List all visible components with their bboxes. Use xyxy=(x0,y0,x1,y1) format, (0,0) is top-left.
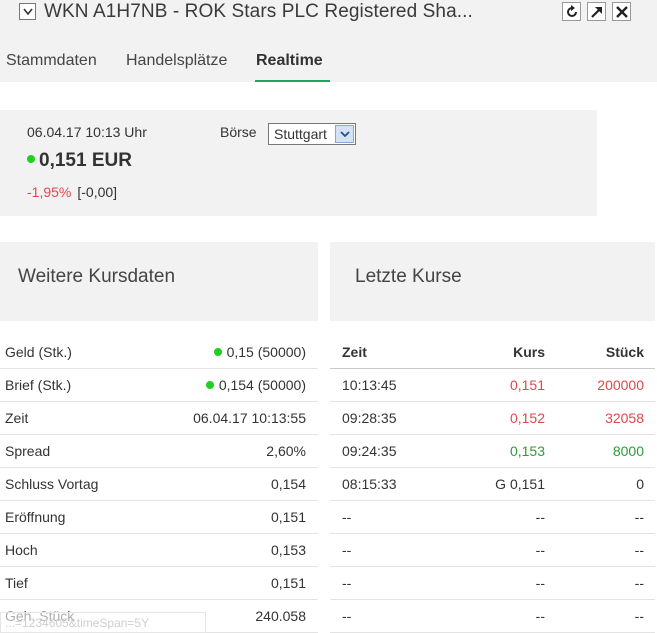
table-row: Spread 2,60% xyxy=(0,435,318,468)
cell-zeit: -- xyxy=(342,608,352,624)
section-title: Letzte Kurse xyxy=(355,266,462,287)
row-label: Eröffnung xyxy=(5,509,66,525)
kursdaten-table: Geld (Stk.) 0,15 (50000) Brief (Stk.) 0,… xyxy=(0,336,318,633)
row-label: Geld (Stk.) xyxy=(5,344,72,360)
column-header-stueck[interactable]: Stück xyxy=(606,344,644,360)
tab-handelsplaetze[interactable]: Handelsplätze xyxy=(126,52,227,70)
cell-stueck: -- xyxy=(634,575,644,591)
row-value-text: 0,154 (50000) xyxy=(218,377,306,393)
table-row: -- -- -- xyxy=(330,534,655,567)
table-row: 08:15:33 G 0,151 0 xyxy=(330,468,655,501)
cell-zeit: -- xyxy=(342,575,352,591)
cell-stueck: -- xyxy=(634,509,644,525)
chevron-down-icon[interactable] xyxy=(335,125,354,143)
table-row: -- -- -- xyxy=(330,567,655,600)
row-value: 0,15 (50000) xyxy=(213,344,306,360)
status-dot-icon xyxy=(27,155,35,163)
boerse-select[interactable]: Stuttgart xyxy=(268,123,356,145)
cell-stueck: 0 xyxy=(636,476,644,492)
row-value: 0,153 xyxy=(270,542,306,558)
refresh-icon[interactable] xyxy=(562,2,581,21)
cell-zeit: -- xyxy=(342,542,352,558)
section-title: Weitere Kursdaten xyxy=(18,266,176,287)
quote-price-value: 0,151 EUR xyxy=(39,150,132,171)
cell-kurs: G 0,151 xyxy=(495,476,545,492)
cell-zeit: 10:13:45 xyxy=(342,377,397,393)
table-body: 10:13:45 0,151 200000 09:28:35 0,152 32058 09:… xyxy=(330,369,655,633)
row-value: 0,151 xyxy=(270,509,306,525)
row-label: Schluss Vortag xyxy=(5,476,99,492)
weitere-kursdaten-header: Weitere Kursdaten xyxy=(0,242,318,321)
cell-zeit: 09:28:35 xyxy=(342,410,397,426)
table-row: Schluss Vortag 0,154 xyxy=(0,468,318,501)
active-tab-indicator xyxy=(255,80,330,82)
checkbox-icon[interactable] xyxy=(19,3,36,20)
row-label: Hoch xyxy=(5,542,38,558)
table-row: Tief 0,151 xyxy=(0,567,318,600)
letzte-kurse-table: Zeit Kurs Stück 10:13:45 0,151 200000 09:28… xyxy=(330,336,655,633)
change-absolute: [-0,00] xyxy=(77,184,118,200)
quote-panel: 06.04.17 10:13 Uhr Börse Stuttgart 0,151… xyxy=(0,110,597,216)
table-row: Hoch 0,153 xyxy=(0,534,318,567)
cell-kurs: -- xyxy=(535,509,545,525)
popout-icon[interactable] xyxy=(587,2,606,21)
tab-bar: Stammdaten Handelsplätze Realtime xyxy=(0,28,657,82)
window-titlebar: WKN A1H7NB - ROK Stars PLC Registered Sh… xyxy=(0,0,657,28)
table-row: Eröffnung 0,151 xyxy=(0,501,318,534)
window-title: WKN A1H7NB - ROK Stars PLC Registered Sh… xyxy=(44,1,473,22)
cell-kurs: -- xyxy=(535,608,545,624)
cell-stueck: -- xyxy=(634,542,644,558)
cell-kurs: 0,151 xyxy=(509,377,545,393)
row-label: Brief (Stk.) xyxy=(5,377,72,393)
row-value: 06.04.17 10:13:55 xyxy=(193,410,306,426)
table-row: 09:24:35 0,153 8000 xyxy=(330,435,655,468)
table-row: 10:13:45 0,151 200000 xyxy=(330,369,655,402)
row-value: 0,151 xyxy=(270,575,306,591)
column-header-zeit[interactable]: Zeit xyxy=(342,344,367,360)
table-row: Geld (Stk.) 0,15 (50000) xyxy=(0,336,318,369)
cell-zeit: -- xyxy=(342,509,352,525)
row-label: Spread xyxy=(5,443,51,459)
column-header-kurs[interactable]: Kurs xyxy=(513,344,545,360)
cell-kurs: -- xyxy=(535,542,545,558)
cell-kurs: -- xyxy=(535,575,545,591)
change-percent: -1,95% xyxy=(27,184,72,200)
row-label: Zeit xyxy=(5,410,29,426)
row-value: 0,154 xyxy=(270,476,306,492)
tab-stammdaten[interactable]: Stammdaten xyxy=(6,52,97,70)
table-row: 09:28:35 0,152 32058 xyxy=(330,402,655,435)
cell-kurs: 0,153 xyxy=(509,443,545,459)
cell-stueck: 200000 xyxy=(597,377,644,393)
row-value-text: 0,15 (50000) xyxy=(226,344,306,360)
quote-change: -1,95% [-0,00] xyxy=(27,184,117,200)
table-row: Brief (Stk.) 0,154 (50000) xyxy=(0,369,318,402)
close-icon[interactable] xyxy=(612,2,631,21)
quote-price: 0,151 EUR xyxy=(27,150,132,172)
table-row: -- -- -- xyxy=(330,501,655,534)
table-header-row: Zeit Kurs Stück xyxy=(330,336,655,369)
tab-realtime[interactable]: Realtime xyxy=(256,52,323,70)
row-value: 2,60% xyxy=(266,443,306,459)
cell-zeit: 09:24:35 xyxy=(342,443,397,459)
table-row: Zeit 06.04.17 10:13:55 xyxy=(0,402,318,435)
row-label: Tief xyxy=(5,575,28,591)
cell-zeit: 08:15:33 xyxy=(342,476,397,492)
boerse-selected-value: Stuttgart xyxy=(274,126,327,142)
letzte-kurse-header: Letzte Kurse xyxy=(330,242,655,321)
status-dot-icon xyxy=(213,348,222,356)
quote-datetime: 06.04.17 10:13 Uhr xyxy=(27,124,147,140)
cell-stueck: 32058 xyxy=(605,410,644,426)
cell-kurs: 0,152 xyxy=(509,410,545,426)
row-value: 0,154 (50000) xyxy=(205,377,306,393)
status-dot-icon xyxy=(205,381,214,389)
status-url: ...=1234605&timeSpan=5Y xyxy=(0,612,206,633)
cell-stueck: -- xyxy=(634,608,644,624)
table-row: -- -- -- xyxy=(330,600,655,633)
cell-stueck: 8000 xyxy=(612,443,644,459)
boerse-label: Börse xyxy=(220,124,257,140)
row-value: 240.058 xyxy=(255,608,306,624)
